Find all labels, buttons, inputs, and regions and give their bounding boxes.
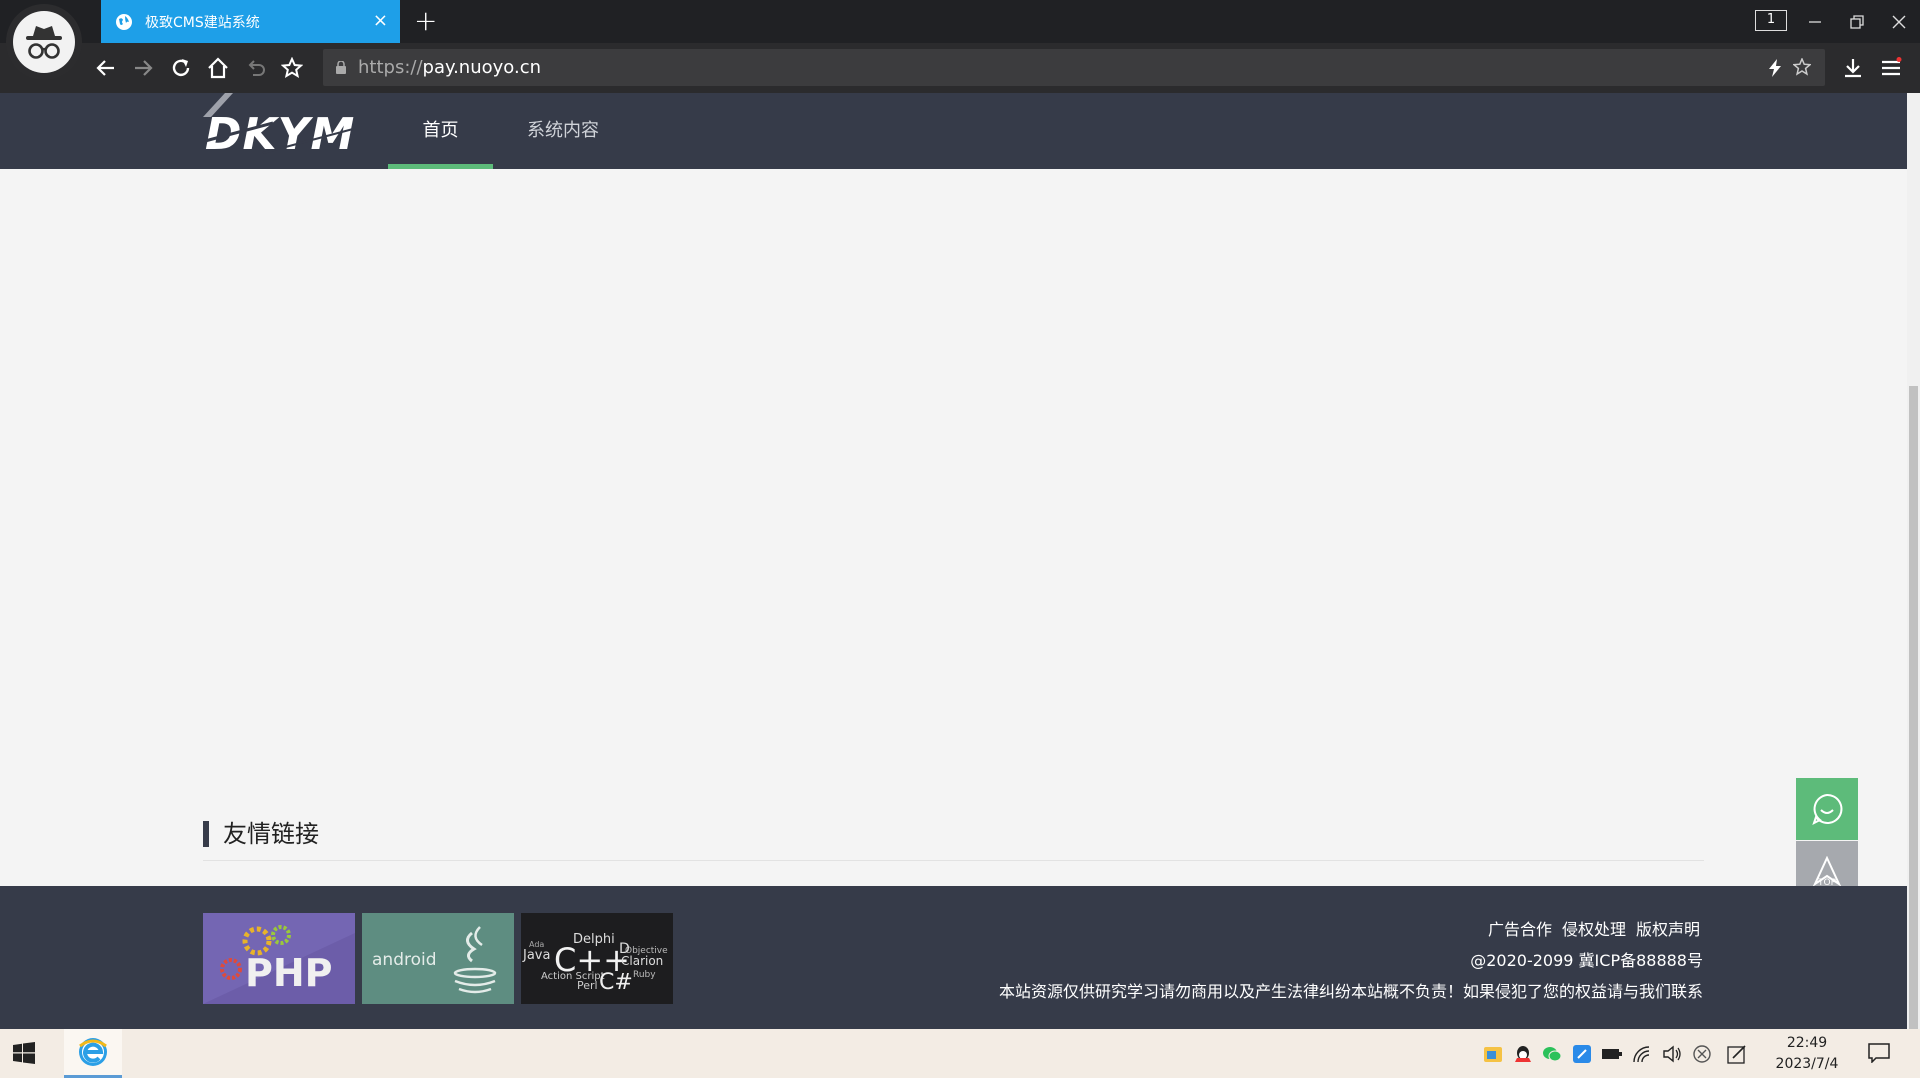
hamburger-icon [1882, 57, 1902, 76]
home-button[interactable] [202, 52, 234, 84]
address-bar[interactable]: https://pay.nuoyo.cn [323, 49, 1825, 86]
friend-link-languages[interactable]: C++ Delphi Java Objective Clarion Action… [521, 913, 673, 1004]
browser-tab-bar: 极致CMS建站系统 × + 1 [0, 0, 1920, 43]
clock-date: 2023/7/4 [1775, 1056, 1839, 1072]
footer-copyright: @2020-2099 冀ICP备88888号 [1470, 951, 1703, 970]
folder-app-icon [1484, 1047, 1502, 1062]
tray-wechat[interactable] [1542, 1044, 1562, 1064]
site-logo[interactable]: DKYM [203, 93, 363, 169]
svg-text:C#: C# [599, 970, 633, 995]
chat-icon [1812, 793, 1843, 825]
incognito-avatar[interactable] [6, 4, 82, 80]
lock-icon [336, 61, 346, 74]
volume-icon [1663, 1045, 1681, 1063]
restore-icon [1850, 14, 1864, 29]
ie-browser-icon [79, 1038, 107, 1066]
tray-feather-app[interactable] [1572, 1044, 1592, 1064]
site-header: DKYM 首页 系统内容 [0, 93, 1907, 169]
footer-link-ads[interactable]: 广告合作 [1488, 920, 1552, 939]
tray-battery[interactable] [1602, 1044, 1622, 1064]
windows-start-icon[interactable] [12, 1041, 36, 1065]
notification-icon[interactable] [1868, 1043, 1890, 1063]
download-button[interactable] [1837, 52, 1869, 84]
footer-notice: 本站资源仅供研究学习请勿商用以及产生法律纠纷本站概不负责！如果侵犯了您的权益请与… [998, 982, 1703, 1001]
tab-close-button[interactable]: × [373, 10, 388, 32]
divider [203, 860, 1704, 861]
edit-icon [1727, 1045, 1746, 1064]
footer-link-copyright[interactable]: 版权声明 [1636, 920, 1700, 939]
android-java-image: android [362, 913, 514, 1004]
menu-button[interactable] [1875, 52, 1907, 84]
url-host: pay.nuoyo.cn [422, 57, 541, 78]
tray-network-off[interactable] [1692, 1044, 1712, 1064]
friend-link-android[interactable]: android [362, 913, 514, 1004]
friend-links-heading: 友情链接 [203, 821, 319, 847]
tab-count-badge[interactable]: 1 [1755, 10, 1787, 31]
tray-qq[interactable] [1513, 1044, 1533, 1064]
windows-taskbar: 22:49 2023/7/4 [0, 1029, 1920, 1078]
feather-icon [1573, 1045, 1591, 1063]
download-icon [1845, 59, 1861, 78]
tab-title: 极致CMS建站系统 [145, 14, 260, 31]
footer-link-infringement[interactable]: 侵权处理 [1562, 920, 1626, 939]
qq-icon [1515, 1046, 1531, 1062]
url-protocol: https:// [358, 57, 423, 78]
url-text: https://pay.nuoyo.cn [358, 49, 541, 86]
svg-text:D: D [619, 941, 630, 957]
close-window-button[interactable] [1884, 0, 1914, 43]
close-icon [1892, 15, 1906, 28]
arrow-right-icon [135, 60, 153, 76]
svg-text:Ruby: Ruby [633, 970, 656, 980]
undo-close-button[interactable] [240, 52, 272, 84]
browser-tab-active[interactable]: 极致CMS建站系统 × [101, 0, 400, 43]
globe-icon [116, 13, 132, 30]
site-footer: PHP android C++ Delphi Java Objective Cl… [0, 886, 1907, 1029]
reload-icon [172, 59, 190, 77]
svg-text:Perl: Perl [577, 979, 598, 992]
clock-time: 22:49 [1786, 1035, 1828, 1051]
main-content: 友情链接 [0, 169, 1907, 886]
undo-icon [248, 60, 265, 76]
tray-app-icon[interactable] [1483, 1044, 1503, 1064]
lightning-icon[interactable] [1768, 59, 1782, 77]
nav-system-content[interactable]: 系统内容 [512, 93, 614, 169]
taskbar-clock[interactable]: 22:49 2023/7/4 [1762, 1033, 1852, 1075]
svg-text:Ada: Ada [529, 940, 544, 949]
battery-icon [1602, 1049, 1622, 1059]
friend-link-php[interactable]: PHP [203, 913, 355, 1004]
star-icon [281, 57, 303, 79]
scrollbar-thumb[interactable] [1909, 386, 1918, 1029]
php-image: PHP [203, 913, 355, 1004]
restore-button[interactable] [1842, 0, 1872, 43]
chat-float-button[interactable] [1796, 778, 1858, 840]
reload-button[interactable] [165, 52, 197, 84]
home-icon [208, 57, 228, 79]
footer-links: 广告合作 侵权处理 版权声明 [1478, 916, 1700, 940]
minimize-icon [1809, 20, 1821, 23]
taskbar-browser-app[interactable] [64, 1029, 122, 1078]
wifi-icon [1633, 1046, 1650, 1063]
browser-nav-bar: https://pay.nuoyo.cn [0, 43, 1920, 93]
svg-text:Delphi: Delphi [573, 932, 615, 947]
incognito-icon [26, 26, 62, 59]
new-tab-button[interactable]: + [414, 6, 437, 36]
php-label: PHP [245, 951, 333, 995]
no-network-icon [1693, 1045, 1711, 1063]
arrow-left-icon [96, 60, 114, 76]
star-outline-icon[interactable] [1793, 58, 1811, 76]
nav-home[interactable]: 首页 [388, 93, 493, 169]
tray-edit[interactable] [1727, 1044, 1747, 1064]
wechat-icon [1543, 1047, 1562, 1062]
languages-image: C++ Delphi Java Objective Clarion Action… [521, 913, 673, 1004]
svg-text:Java: Java [522, 948, 550, 963]
back-button[interactable] [90, 52, 122, 84]
android-label: android [372, 950, 437, 970]
tray-wifi[interactable] [1632, 1044, 1652, 1064]
tray-volume[interactable] [1662, 1044, 1682, 1064]
bookmark-button[interactable] [276, 52, 308, 84]
forward-button[interactable] [127, 52, 159, 84]
minimize-button[interactable] [1800, 0, 1830, 43]
